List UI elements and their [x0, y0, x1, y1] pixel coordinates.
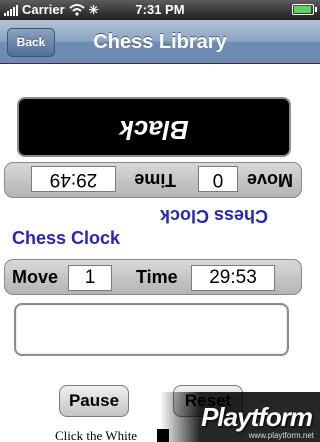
white-move-value: 1 — [68, 265, 112, 291]
black-info-bar: Move 0 Time 29:49 — [4, 162, 302, 198]
watermark-url: www.playtform.net — [248, 431, 314, 440]
section-title: Chess Clock — [12, 228, 121, 248]
white-move-label: Move — [12, 267, 59, 287]
white-player-panel[interactable] — [14, 303, 289, 356]
battery-icon — [292, 4, 317, 15]
white-time-label: Time — [136, 267, 178, 287]
instruction-caption: Click the White — [55, 428, 138, 442]
status-bar: Carrier ✳ 7:31 PM — [0, 0, 320, 20]
black-time-label: Time — [134, 170, 176, 190]
navigation-bar: Back Chess Library — [0, 20, 320, 64]
black-time-value: 29:49 — [31, 166, 116, 192]
watermark-logo: Playtform — [201, 402, 313, 432]
white-time-value: 29:53 — [191, 265, 275, 291]
black-player-label: Black — [119, 115, 189, 145]
flipped-title: Chess Clock — [160, 206, 269, 226]
pause-button[interactable]: Pause — [59, 385, 129, 417]
white-info-bar: Move 1 Time 29:53 — [4, 259, 302, 295]
black-player-panel[interactable]: Black — [17, 97, 291, 157]
black-move-label: Move — [246, 170, 293, 190]
black-move-value: 0 — [198, 166, 238, 192]
status-time: 7:31 PM — [135, 2, 185, 17]
page-title: Chess Library — [93, 31, 227, 53]
